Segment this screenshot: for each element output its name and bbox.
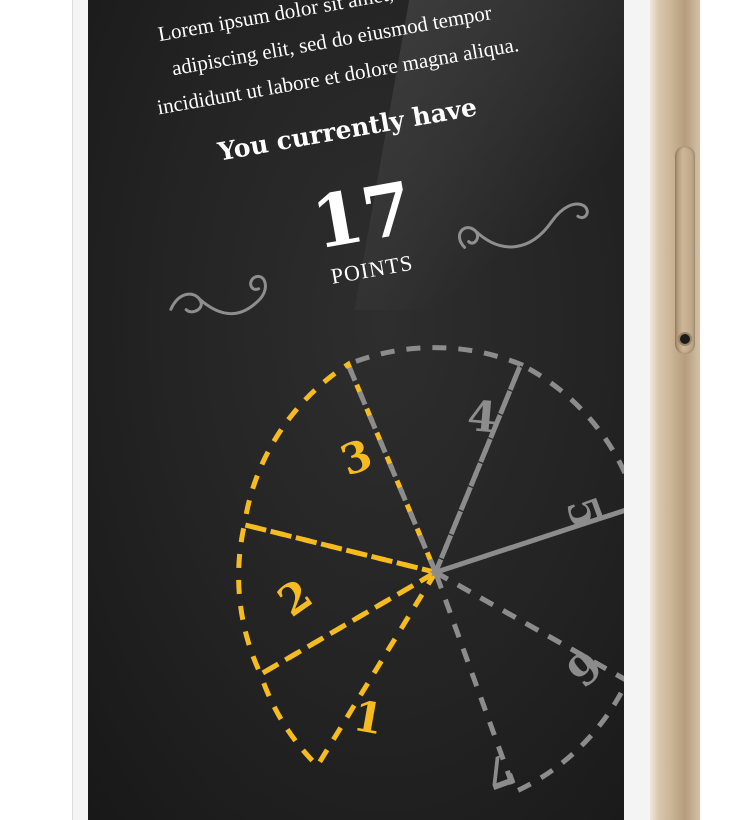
wheel-label-3: 3: [334, 430, 378, 486]
phone-frame: [650, 0, 700, 820]
wheel-label-4: 4: [465, 391, 498, 442]
app-screen: Lorem ipsum dolor sit amet, consectetur …: [88, 0, 624, 820]
wheel-label-1: 1: [350, 691, 387, 744]
points-wheel: 1 2 3 4 5 6 7: [236, 345, 624, 799]
wheel-segment-3: [241, 360, 440, 576]
wheel-label-7: 7: [477, 743, 521, 799]
side-hole: [680, 334, 690, 344]
wheel-label-5: 5: [556, 490, 612, 534]
volume-button[interactable]: [675, 146, 695, 354]
wheel-label-6: 6: [557, 640, 611, 696]
wheel-label-2: 2: [269, 569, 321, 626]
